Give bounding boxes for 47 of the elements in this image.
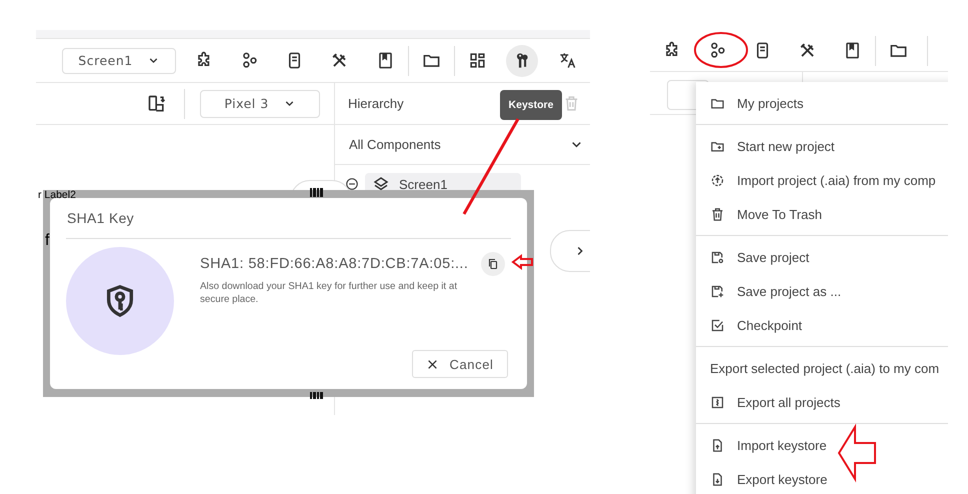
menu-item[interactable]: Start new project bbox=[696, 129, 948, 163]
keys-button[interactable] bbox=[506, 44, 538, 76]
save-gear-icon bbox=[710, 250, 725, 264]
annotation-arrow bbox=[838, 423, 876, 483]
tooltip: Keystore bbox=[500, 90, 562, 120]
menu-item[interactable]: Save project as ... bbox=[696, 274, 948, 308]
screen-dropdown[interactable]: Screen1 bbox=[62, 48, 176, 74]
save-plus-icon bbox=[710, 284, 725, 298]
book-icon bbox=[843, 41, 862, 60]
annotation-arrow bbox=[511, 254, 533, 270]
checkbox-icon bbox=[710, 318, 725, 332]
copy-icon bbox=[487, 258, 499, 270]
menu-item[interactable]: Save project bbox=[696, 240, 948, 274]
sha1-text: SHA1: 58:FD:66:A8:A8:7D:CB:7A:05:... bbox=[200, 256, 468, 272]
panel-title: Hierarchy bbox=[348, 96, 404, 111]
cancel-button[interactable]: Cancel bbox=[412, 350, 508, 378]
menu-item[interactable]: Import keystore bbox=[696, 428, 948, 462]
minus-circle-icon bbox=[345, 177, 359, 191]
annotation-ellipse bbox=[694, 32, 748, 68]
device-dropdown[interactable]: Pixel 3 bbox=[200, 90, 320, 118]
file-download-icon bbox=[710, 472, 725, 486]
export-icon bbox=[710, 394, 725, 410]
copy-button[interactable] bbox=[481, 252, 505, 276]
dialog-description: Also download your SHA1 key for further use and keep it at secure place. bbox=[200, 280, 458, 306]
trash-icon bbox=[563, 95, 580, 112]
grid-icon bbox=[468, 51, 487, 70]
menu-item[interactable]: Move To Trash bbox=[696, 197, 948, 231]
menu-item[interactable]: Checkpoint bbox=[696, 308, 948, 342]
stripes-drawing bbox=[310, 392, 323, 399]
label-text: r Label2 bbox=[38, 189, 76, 201]
menu-item[interactable]: Export selected project (.aia) to my com bbox=[696, 351, 948, 385]
canvas-text: f bbox=[45, 232, 50, 250]
menu-item[interactable]: Import project (.aia) from my comp bbox=[696, 163, 948, 197]
device-icon bbox=[147, 94, 167, 114]
nodes-icon bbox=[240, 51, 260, 70]
upload-icon bbox=[710, 172, 725, 188]
layers-icon bbox=[373, 176, 389, 192]
menu-item[interactable]: Export all projects bbox=[696, 385, 948, 419]
trash-icon bbox=[710, 206, 725, 222]
menu-item[interactable]: My projects bbox=[696, 86, 948, 120]
file-upload-icon bbox=[710, 438, 725, 452]
stripes-drawing bbox=[310, 188, 323, 197]
close-icon bbox=[426, 358, 440, 370]
nodes-icon bbox=[708, 41, 727, 60]
dialog-title: SHA1 Key bbox=[66, 198, 511, 239]
menu-item[interactable]: Export keystore bbox=[696, 462, 948, 494]
translate-icon bbox=[558, 51, 577, 70]
